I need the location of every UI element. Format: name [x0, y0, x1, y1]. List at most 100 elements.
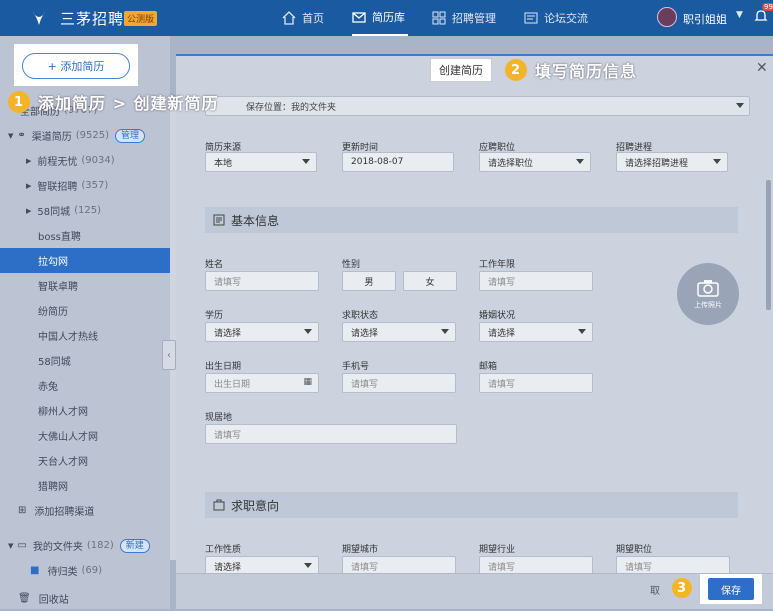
- chevron-right-icon: ▶: [26, 206, 32, 215]
- phone-input[interactable]: 请填写: [342, 373, 456, 393]
- source-select[interactable]: 本地: [205, 152, 317, 172]
- trash-icon: 🗑: [18, 593, 31, 604]
- close-icon[interactable]: ✕: [756, 60, 768, 76]
- cancel-button[interactable]: 取: [650, 578, 660, 600]
- step-number: 1: [8, 91, 30, 113]
- email-input[interactable]: 请填写: [479, 373, 593, 393]
- panel-scrollbar[interactable]: [766, 180, 771, 310]
- callout-step-1: 1 添加简历 > 创建新简历: [8, 90, 219, 114]
- name-input[interactable]: 请填写: [205, 271, 319, 291]
- sidebar-item-unsorted[interactable]: ■ 待归类 (69): [0, 558, 170, 583]
- avatar[interactable]: [657, 7, 677, 27]
- sidebar-item-liuzhou[interactable]: 柳州人才网: [0, 398, 170, 423]
- callout-text: 添加简历 > 创建新简历: [38, 94, 219, 113]
- folder-icon: ■: [30, 565, 40, 576]
- progress-value: 请选择招聘进程: [625, 158, 689, 169]
- save-button[interactable]: 保存: [708, 578, 754, 600]
- sidebar-item-label: 猎聘网: [38, 482, 68, 493]
- nav-forum-label: 论坛交流: [544, 12, 588, 25]
- progress-select[interactable]: 请选择招聘进程: [616, 152, 728, 172]
- sidebar-item-boss[interactable]: boss直聘: [0, 223, 170, 248]
- chevron-down-icon: [578, 329, 586, 334]
- sidebar-item-58[interactable]: ▶ 58同城 (125): [0, 198, 170, 223]
- nav-forum[interactable]: 论坛交流: [524, 0, 588, 36]
- sidebar-item-foshan[interactable]: 大佛山人才网: [0, 423, 170, 448]
- add-resume-button[interactable]: + 添加简历: [22, 53, 130, 79]
- sidebar-item-count: (9034): [81, 155, 115, 166]
- folder-icon: ▭: [17, 540, 27, 551]
- forum-icon: [524, 12, 538, 24]
- logo-icon: [32, 11, 46, 25]
- city-label: 期望城市: [342, 545, 379, 555]
- section-title: 求职意向: [231, 498, 280, 513]
- document-icon: [213, 214, 225, 226]
- edu-label: 学历: [205, 311, 224, 321]
- sidebar-item-label: 柳州人才网: [38, 407, 88, 418]
- gender-female-button[interactable]: 女: [403, 271, 457, 291]
- jobstatus-label: 求职状态: [342, 311, 379, 321]
- sidebar-item-label: 58同城: [38, 357, 71, 368]
- sidebar-item-label: 添加招聘渠道: [34, 507, 95, 518]
- calendar-icon: ▦: [303, 377, 312, 387]
- sidebar-item-label: 纷简历: [38, 307, 68, 318]
- sidebar-item-chitu[interactable]: 赤兔: [0, 373, 170, 398]
- sidebar-item-zhaopin[interactable]: ▶ 智联招聘 (357): [0, 173, 170, 198]
- marital-label: 婚姻状况: [479, 311, 516, 321]
- source-value: 本地: [214, 158, 233, 169]
- gender-male-button[interactable]: 男: [342, 271, 396, 291]
- sidebar-item-liepin[interactable]: 猎聘网: [0, 473, 170, 498]
- sidebar-item-label: 智联卓聘: [38, 282, 78, 293]
- plus-box-icon: ⊞: [18, 505, 27, 516]
- chevron-down-icon[interactable]: ▼: [736, 10, 743, 20]
- sidebar-item-label: 中国人才热线: [38, 332, 98, 343]
- callout-step-2: 2 填写简历信息: [505, 58, 637, 82]
- sidebar-item-my-folder[interactable]: ▼ ▭ 我的文件夹 (182) 新建: [0, 533, 170, 558]
- sidebar-item-label: 拉勾网: [38, 257, 68, 268]
- sidebar-item-label: 回收站: [38, 595, 69, 606]
- sidebar-item-zhuopin[interactable]: 智联卓聘: [0, 273, 170, 298]
- residence-input[interactable]: 请填写: [205, 424, 457, 444]
- sidebar-item-channel[interactable]: ▼ ⚭ 渠道简历 (9525) 管理: [0, 123, 170, 148]
- callout-text: 填写简历信息: [535, 62, 638, 81]
- sidebar-item-label: 待归类: [47, 567, 78, 578]
- position-value: 请选择职位: [488, 158, 534, 169]
- edu-select[interactable]: 请选择: [205, 322, 319, 342]
- sidebar-item-add-channel[interactable]: ⊞ 添加招聘渠道: [0, 498, 170, 523]
- nav-recruit-mgmt[interactable]: 招聘管理: [432, 0, 496, 36]
- sidebar-item-51job[interactable]: ▶ 前程无忧 (9034): [0, 148, 170, 173]
- years-input[interactable]: 请填写: [479, 271, 593, 291]
- worktype-value: 请选择: [214, 562, 242, 573]
- position-select[interactable]: 请选择职位: [479, 152, 591, 172]
- chevron-down-icon: [304, 563, 312, 568]
- chevron-down-icon: [302, 159, 310, 164]
- jobstatus-select[interactable]: 请选择: [342, 322, 456, 342]
- sidebar-item-label: 大佛山人才网: [38, 432, 98, 443]
- sidebar-item-lagou[interactable]: 拉勾网: [0, 248, 170, 273]
- upload-photo-label: 上传照片: [694, 300, 722, 309]
- notification-badge: 99: [762, 3, 773, 11]
- jobstatus-value: 请选择: [351, 328, 379, 339]
- jobpos-label: 期望职位: [616, 545, 653, 555]
- chevron-down-icon: [736, 103, 744, 108]
- section-title: 基本信息: [231, 213, 280, 228]
- sidebar-item-fenjianli[interactable]: 纷简历: [0, 298, 170, 323]
- birth-date-input[interactable]: 出生日期 ▦: [205, 373, 319, 393]
- updated-date-field[interactable]: 2018-08-07: [342, 152, 454, 172]
- chevron-down-icon: ▼: [8, 541, 14, 550]
- upload-photo-button[interactable]: 上传照片: [677, 263, 739, 325]
- user-name[interactable]: 职引姐姐: [683, 11, 727, 27]
- manage-tag-button[interactable]: 管理: [115, 128, 146, 143]
- new-folder-button[interactable]: 新建: [119, 538, 150, 553]
- sidebar-item-label: boss直聘: [38, 232, 81, 243]
- sidebar-item-cjol[interactable]: 中国人才热线: [0, 323, 170, 348]
- marital-select[interactable]: 请选择: [479, 322, 593, 342]
- nav-resume-library[interactable]: 简历库: [352, 0, 408, 36]
- sidebar-item-trash[interactable]: 🗑 回收站: [0, 586, 170, 611]
- nav-home[interactable]: 首页: [282, 0, 324, 36]
- chevron-down-icon: ▼: [8, 131, 14, 140]
- save-location-select[interactable]: 保存位置：我的文件夹: [205, 96, 750, 116]
- nav-recruit-mgmt-label: 招聘管理: [452, 12, 496, 25]
- sidebar-item-58b[interactable]: 58同城: [0, 348, 170, 373]
- collapse-sidebar-button[interactable]: ‹: [162, 340, 176, 370]
- sidebar-item-tiantai[interactable]: 天台人才网: [0, 448, 170, 473]
